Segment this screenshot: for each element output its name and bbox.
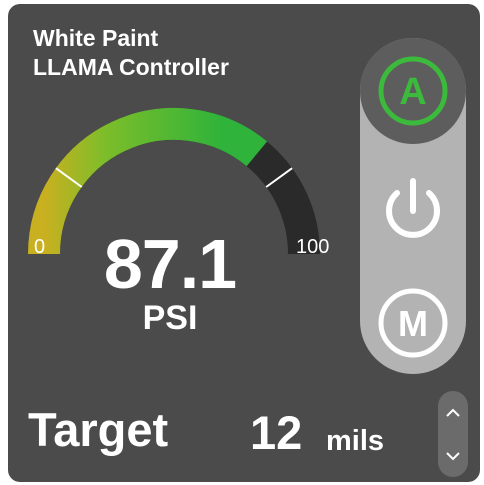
target-value: 12	[250, 406, 303, 459]
target-label: Target	[28, 403, 169, 456]
power-button[interactable]	[360, 156, 466, 262]
manual-mode-button[interactable]: M	[360, 270, 466, 376]
pressure-unit: PSI	[142, 299, 198, 337]
pressure-value: 87.1	[103, 225, 237, 303]
target-stepper	[438, 391, 468, 477]
manual-icon: M	[378, 288, 448, 358]
gauge-min-label: 0	[34, 236, 46, 258]
decrement-button[interactable]	[438, 434, 468, 477]
controller-card: White Paint LLAMA Controller 0 100 87.1 …	[8, 4, 480, 482]
chevron-up-icon	[446, 408, 460, 417]
gauge-max-label: 100	[296, 236, 330, 258]
target-unit: mils	[326, 425, 385, 457]
power-icon	[386, 178, 440, 238]
manual-mode-label: M	[398, 303, 428, 344]
auto-mode-button[interactable]: A	[360, 38, 466, 144]
auto-icon: A	[378, 56, 448, 126]
increment-button[interactable]	[438, 391, 468, 434]
chevron-down-icon	[446, 451, 460, 460]
auto-mode-label: A	[399, 71, 426, 113]
